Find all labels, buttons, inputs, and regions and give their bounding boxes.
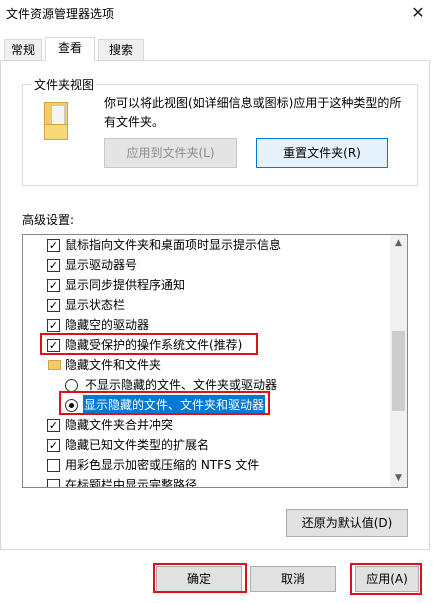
apply-button[interactable]: 应用(A) xyxy=(355,566,419,592)
list-item[interactable]: 显示隐藏的文件、文件夹和驱动器 xyxy=(23,395,391,415)
list-item[interactable]: 用彩色显示加密或压缩的 NTFS 文件 xyxy=(23,455,391,475)
advanced-settings-label: 高级设置: xyxy=(22,213,75,227)
tab-general[interactable]: 常规 xyxy=(4,39,42,61)
list-item[interactable]: ✓ 鼠标指向文件夹和桌面项时显示提示信息 xyxy=(23,235,391,255)
checkbox[interactable]: ✓ xyxy=(47,319,60,332)
list-item-label: 用彩色显示加密或压缩的 NTFS 文件 xyxy=(65,458,260,472)
list-item[interactable]: ✓ 隐藏文件夹合并冲突 xyxy=(23,415,391,435)
list-item-label: 隐藏已知文件类型的扩展名 xyxy=(65,438,210,452)
title-bar: 文件资源管理器选项 ✕ xyxy=(0,0,434,30)
checkbox[interactable]: ✓ xyxy=(47,439,60,452)
list-item-label: 隐藏文件夹合并冲突 xyxy=(65,418,174,432)
list-item[interactable]: ✓ 显示驱动器号 xyxy=(23,255,391,275)
list-item-label: 显示驱动器号 xyxy=(65,258,138,272)
restore-defaults-button[interactable]: 还原为默认值(D) xyxy=(286,509,408,537)
checkbox[interactable] xyxy=(47,459,60,472)
apply-to-folders-button[interactable]: 应用到文件夹(L) xyxy=(104,138,237,168)
list-item-label: 隐藏受保护的操作系统文件(推荐) xyxy=(65,338,243,352)
advanced-settings-list[interactable]: ✓ 鼠标指向文件夹和桌面项时显示提示信息 ✓ 显示驱动器号 ✓ 显示同步提供程序… xyxy=(22,234,408,488)
checkbox[interactable]: ✓ xyxy=(47,339,60,352)
list-item-label: 不显示隐藏的文件、文件夹或驱动器 xyxy=(85,378,278,392)
scroll-up-icon[interactable]: ▲ xyxy=(390,235,407,252)
folder-view-group-title: 文件夹视图 xyxy=(32,76,97,93)
tab-view[interactable]: 查看 xyxy=(45,37,95,61)
list-item-group: 隐藏文件和文件夹 xyxy=(23,355,391,375)
list-item[interactable]: ✓ 隐藏已知文件类型的扩展名 xyxy=(23,435,391,455)
list-item[interactable]: 在标题栏中显示完整路径 xyxy=(23,475,391,487)
list-item[interactable]: ✓ 隐藏受保护的操作系统文件(推荐) xyxy=(23,335,391,355)
scrollbar-thumb[interactable] xyxy=(392,331,405,411)
list-item-label: 隐藏文件和文件夹 xyxy=(65,358,162,372)
radio-button[interactable] xyxy=(65,399,78,412)
reset-folders-button[interactable]: 重置文件夹(R) xyxy=(256,138,388,168)
radio-button[interactable] xyxy=(65,379,78,392)
window-title: 文件资源管理器选项 xyxy=(6,7,115,21)
checkbox[interactable]: ✓ xyxy=(47,239,60,252)
close-icon[interactable]: ✕ xyxy=(408,2,428,24)
list-item[interactable]: ✓ 隐藏空的驱动器 xyxy=(23,315,391,335)
list-item-label: 鼠标指向文件夹和桌面项时显示提示信息 xyxy=(65,238,282,252)
checkbox[interactable]: ✓ xyxy=(47,419,60,432)
list-item-label: 隐藏空的驱动器 xyxy=(65,318,150,332)
tab-search[interactable]: 搜索 xyxy=(98,39,144,61)
folder-icon xyxy=(48,360,61,370)
checkbox[interactable] xyxy=(47,479,60,487)
scroll-down-icon[interactable]: ▼ xyxy=(390,470,407,487)
folder-view-description: 你可以将此视图(如详细信息或图标)应用于这种类型的所有文件夹。 xyxy=(104,96,402,129)
checkbox[interactable]: ✓ xyxy=(47,279,60,292)
list-scrollbar[interactable]: ▲ ▼ xyxy=(390,235,407,487)
list-item-label: 在标题栏中显示完整路径 xyxy=(65,478,198,487)
list-item-label: 显示同步提供程序通知 xyxy=(65,278,186,292)
cancel-button[interactable]: 取消 xyxy=(250,566,336,592)
folder-icon xyxy=(44,102,68,140)
list-item-label: 显示状态栏 xyxy=(65,298,126,312)
ok-button[interactable]: 确定 xyxy=(156,566,242,592)
list-item[interactable]: ✓ 显示同步提供程序通知 xyxy=(23,275,391,295)
list-item[interactable]: ✓ 显示状态栏 xyxy=(23,295,391,315)
checkbox[interactable]: ✓ xyxy=(47,299,60,312)
list-item-label: 显示隐藏的文件、文件夹和驱动器 xyxy=(83,395,266,415)
list-item[interactable]: 不显示隐藏的文件、文件夹或驱动器 xyxy=(23,375,391,395)
checkbox[interactable]: ✓ xyxy=(47,259,60,272)
